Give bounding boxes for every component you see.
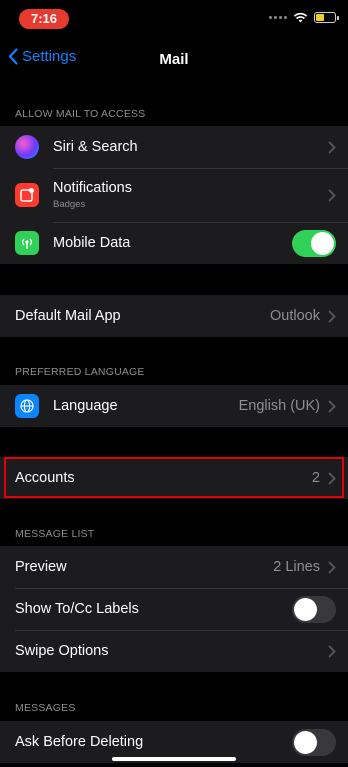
chevron-right-icon bbox=[328, 561, 336, 573]
notifications-icon bbox=[15, 183, 39, 207]
antenna-icon bbox=[15, 231, 39, 255]
page-title: Mail bbox=[159, 51, 189, 68]
notifications-sublabel: Badges bbox=[53, 199, 86, 210]
chevron-right-icon bbox=[328, 400, 336, 412]
siri-icon bbox=[15, 135, 39, 159]
preview-label: Preview bbox=[15, 559, 67, 575]
notifications-label: Notifications bbox=[53, 180, 132, 196]
ask-before-deleting-toggle[interactable] bbox=[292, 728, 336, 756]
section-header-message-list: MESSAGE LIST bbox=[15, 528, 95, 540]
mobile-data-label: Mobile Data bbox=[53, 235, 131, 251]
chevron-right-icon bbox=[328, 189, 336, 201]
section-header-allow-access: ALLOW MAIL TO ACCESS bbox=[15, 108, 146, 120]
chevron-right-icon bbox=[328, 141, 336, 153]
language-row[interactable]: Language English (UK) bbox=[0, 385, 348, 427]
globe-icon bbox=[15, 394, 39, 418]
siri-search-label: Siri & Search bbox=[53, 139, 138, 155]
ask-before-deleting-label: Ask Before Deleting bbox=[15, 734, 144, 750]
default-mail-app-label: Default Mail App bbox=[15, 308, 121, 324]
home-indicator bbox=[112, 757, 236, 761]
signal-dots-icon bbox=[269, 16, 287, 19]
default-mail-app-value: Outlook bbox=[270, 308, 320, 324]
status-bar: 7:16 bbox=[0, 0, 348, 38]
section-header-messages: MESSAGES bbox=[15, 702, 76, 714]
accounts-row[interactable]: Accounts 2 bbox=[0, 457, 348, 499]
wifi-icon bbox=[293, 12, 308, 23]
group-default-mail: Default Mail App Outlook bbox=[0, 295, 348, 337]
group-accounts: Accounts 2 bbox=[0, 457, 348, 499]
show-tocc-labels-label: Show To/Cc Labels bbox=[15, 601, 139, 617]
battery-icon bbox=[314, 12, 339, 23]
chevron-right-icon bbox=[328, 472, 336, 484]
group-message-list: Preview 2 Lines Show To/Cc Labels Swipe … bbox=[0, 546, 348, 672]
preview-value: 2 Lines bbox=[273, 559, 320, 575]
show-tocc-labels-toggle[interactable] bbox=[292, 595, 336, 623]
chevron-right-icon bbox=[328, 310, 336, 322]
language-label: Language bbox=[53, 398, 118, 414]
section-header-preferred-language: PREFERRED LANGUAGE bbox=[15, 366, 145, 378]
notifications-row[interactable]: Notifications Badges bbox=[0, 168, 348, 222]
swipe-options-label: Swipe Options bbox=[15, 643, 109, 659]
group-language: Language English (UK) bbox=[0, 385, 348, 427]
mobile-data-row: Mobile Data bbox=[0, 222, 348, 264]
show-tocc-labels-row: Show To/Cc Labels bbox=[0, 588, 348, 630]
group-allow-access: Siri & Search Notifications Badges Mobil… bbox=[0, 126, 348, 264]
accounts-label: Accounts bbox=[15, 470, 75, 486]
accounts-count: 2 bbox=[311, 470, 320, 486]
mobile-data-toggle[interactable] bbox=[292, 229, 336, 257]
siri-search-row[interactable]: Siri & Search bbox=[0, 126, 348, 168]
swipe-options-row[interactable]: Swipe Options bbox=[0, 630, 348, 672]
language-value: English (UK) bbox=[238, 398, 320, 414]
default-mail-app-row[interactable]: Default Mail App Outlook bbox=[0, 295, 348, 337]
preview-row[interactable]: Preview 2 Lines bbox=[0, 546, 348, 588]
navigation-bar: Settings Mail bbox=[0, 38, 348, 82]
status-icons bbox=[269, 12, 339, 23]
chevron-right-icon bbox=[328, 645, 336, 657]
status-time: 7:16 bbox=[19, 9, 69, 29]
